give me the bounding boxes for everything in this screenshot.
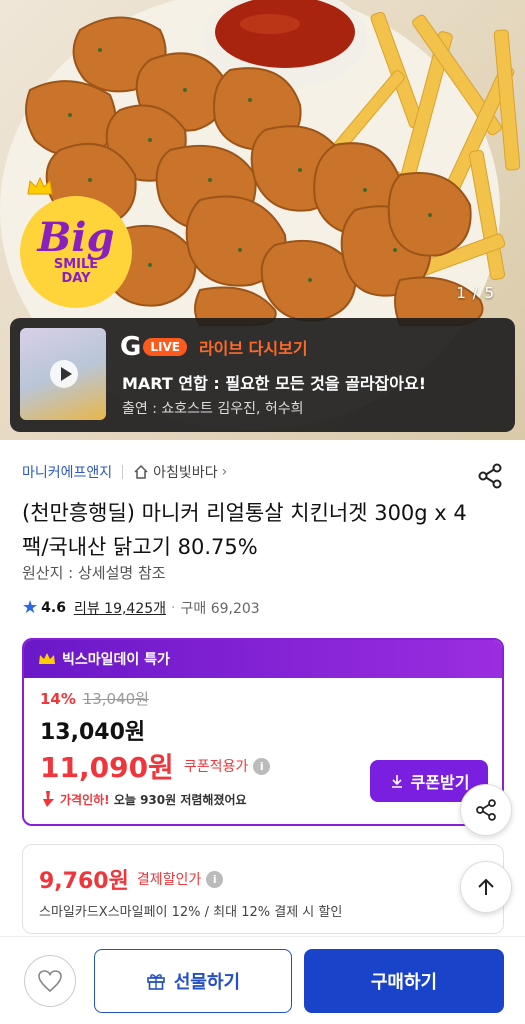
- live-pill: LIVE: [143, 338, 187, 356]
- rating-row: ★ 4.6 리뷰 19,425개 · 구매 69,203: [22, 597, 260, 618]
- reviews-link[interactable]: 리뷰 19,425개: [74, 598, 166, 618]
- scroll-top-button[interactable]: [460, 861, 512, 913]
- wishlist-button[interactable]: [24, 955, 76, 1007]
- discount-row: 14% 13,040원: [40, 688, 149, 709]
- live-replay-banner[interactable]: G LIVE 라이브 다시보기 MART 연합 : 필요한 모든 것을 골라잡아…: [10, 318, 515, 432]
- big-smile-day-badge: Big SMILE DAY: [20, 196, 132, 308]
- coupon-price: 11,090원: [40, 751, 174, 784]
- price-drop-prefix: 가격인하!: [60, 792, 110, 807]
- payment-price-row: 9,760원 결제할인가 i: [39, 863, 224, 895]
- down-arrow-icon: [43, 791, 54, 807]
- crown-icon: [39, 653, 55, 664]
- buy-label: 구매하기: [370, 972, 438, 993]
- live-cast: 출연 : 쇼호스트 김우진, 허수희: [122, 401, 304, 417]
- floating-share-button[interactable]: [460, 784, 512, 836]
- seller-row: 마니커에프앤지 아침빛바다 ›: [22, 462, 227, 482]
- origin-text: 원산지 : 상세설명 참조: [22, 564, 166, 582]
- home-icon: [134, 464, 148, 479]
- product-title: (천만흥행딜) 마니커 리얼통살 치킨너겟 300g x 4팩/국내산 닭고기 …: [22, 501, 467, 559]
- deal-header-label: 빅스마일데이 특가: [62, 652, 170, 668]
- deal-header: 빅스마일데이 특가: [24, 640, 502, 678]
- price-drop-notice: 가격인하! 오늘 930원 저렴해졌어요: [40, 790, 247, 808]
- crown-icon: [27, 176, 53, 195]
- store-link[interactable]: 아침빛바다 ›: [133, 462, 227, 482]
- coupon-price-label: 쿠폰적용가: [183, 759, 249, 775]
- dot-separator: ·: [171, 599, 176, 616]
- download-icon: [391, 775, 402, 788]
- price-drop-text: 가격인하! 오늘 930원 저렴해졌어요: [60, 791, 247, 808]
- special-deal-box: 빅스마일데이 특가 14% 13,040원 13,040원 11,090원 쿠폰…: [22, 638, 504, 826]
- live-title: MART 연합 : 필요한 모든 것을 골라잡아요!: [122, 374, 427, 393]
- chevron-right-icon: ›: [221, 464, 228, 480]
- store-name: 아침빛바다: [153, 465, 218, 481]
- original-price: 13,040원: [82, 690, 149, 708]
- star-icon: ★: [22, 597, 39, 618]
- gift-button[interactable]: 선물하기: [94, 949, 292, 1013]
- glive-g: G: [120, 332, 142, 362]
- buy-button[interactable]: 구매하기: [304, 949, 504, 1013]
- info-icon[interactable]: i: [253, 757, 271, 775]
- share-icon: [476, 799, 496, 821]
- discount-rate: 14%: [40, 690, 76, 708]
- arrow-up-icon: [478, 878, 494, 895]
- play-icon[interactable]: [50, 360, 78, 388]
- live-thumbnail[interactable]: [20, 328, 106, 420]
- glive-logo: G LIVE 라이브 다시보기: [120, 334, 308, 360]
- payment-price: 9,760원: [39, 869, 129, 894]
- payment-label: 결제할인가: [136, 872, 202, 888]
- gift-label: 선물하기: [173, 972, 241, 993]
- payment-discount-box: 9,760원 결제할인가 i 스마일카드X스마일페이 12% / 최대 12% …: [22, 844, 504, 934]
- heart-icon: [38, 970, 62, 993]
- share-icon[interactable]: [476, 462, 504, 490]
- product-image-carousel[interactable]: Big SMILE DAY 1 / 5 G LIVE 라이브 다시보기 MART…: [0, 0, 525, 440]
- rating-value: 4.6: [41, 599, 66, 616]
- badge-sub-text: SMILE DAY: [53, 257, 99, 286]
- info-icon[interactable]: i: [206, 870, 224, 888]
- live-replay-label: 라이브 다시보기: [198, 339, 308, 358]
- seller-link[interactable]: 마니커에프앤지: [22, 462, 112, 482]
- badge-big-text: Big: [37, 214, 115, 261]
- purchase-count: 구매 69,203: [180, 600, 260, 617]
- payment-description: 스마일카드X스마일페이 12% / 최대 12% 결제 시 할인: [39, 905, 343, 920]
- gift-icon: [147, 974, 165, 990]
- get-coupon-label: 쿠폰받기: [410, 773, 470, 792]
- bottom-action-bar: 선물하기 구매하기: [0, 936, 525, 1024]
- price-drop-detail: 오늘 930원 저렴해졌어요: [113, 792, 247, 807]
- coupon-price-row: 11,090원 쿠폰적용가 i: [40, 746, 271, 786]
- divider: [122, 465, 124, 479]
- carousel-counter: 1 / 5: [456, 284, 495, 302]
- sale-price: 13,040원: [40, 720, 146, 745]
